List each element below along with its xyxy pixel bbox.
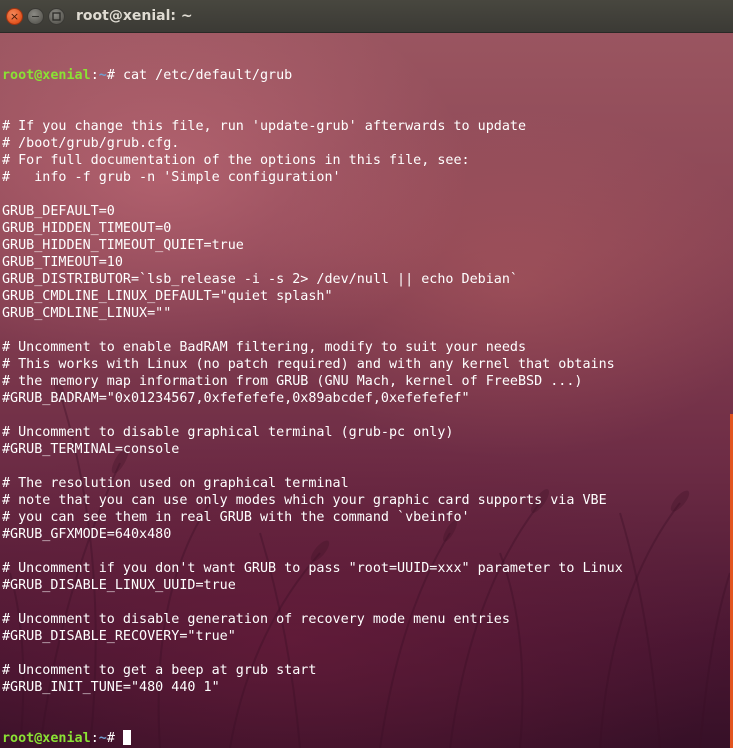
output-line: # note that you can use only modes which… xyxy=(2,493,607,508)
output-line: # the memory map information from GRUB (… xyxy=(2,374,583,389)
output-line: GRUB_DISTRIBUTOR=`lsb_release -i -s 2> /… xyxy=(2,272,518,287)
prompt-separator: : xyxy=(90,68,99,83)
output-line: # info -f grub -n 'Simple configuration' xyxy=(2,170,341,185)
maximize-button[interactable] xyxy=(48,8,65,25)
window-title: root@xenial: ~ xyxy=(76,8,193,24)
current-prompt-line[interactable]: root@xenial:~# xyxy=(2,730,623,747)
output-line: # Uncomment to disable generation of rec… xyxy=(2,612,510,627)
prompt-symbol: # xyxy=(106,68,123,83)
prompt-path: ~ xyxy=(98,731,107,746)
close-icon: × xyxy=(9,10,20,23)
output-line: #GRUB_BADRAM="0x01234567,0xfefefefe,0x89… xyxy=(2,391,470,406)
command-text: cat /etc/default/grub xyxy=(122,68,293,83)
maximize-icon xyxy=(52,12,61,21)
text-cursor xyxy=(122,730,131,745)
output-line: # Uncomment if you don't want GRUB to pa… xyxy=(2,561,623,576)
prompt-symbol: # xyxy=(106,731,123,746)
prompt-path: ~ xyxy=(98,68,107,83)
output-line: # This works with Linux (no patch requir… xyxy=(2,357,615,372)
output-line: GRUB_CMDLINE_LINUX="" xyxy=(2,306,172,321)
prompt-separator: : xyxy=(90,731,99,746)
prompt-user-host: root@xenial xyxy=(2,731,91,746)
output-line: GRUB_DEFAULT=0 xyxy=(2,204,115,219)
output-line: # you can see them in real GRUB with the… xyxy=(2,510,470,525)
terminal-window: × − root@xenial: ~ root@xenial:~# cat /e… xyxy=(0,0,733,748)
output-line: # The resolution used on graphical termi… xyxy=(2,476,349,491)
close-button[interactable]: × xyxy=(6,8,23,25)
output-line: GRUB_CMDLINE_LINUX_DEFAULT="quiet splash… xyxy=(2,289,333,304)
output-line: # For full documentation of the options … xyxy=(2,153,470,168)
output-line: #GRUB_TERMINAL=console xyxy=(2,442,180,457)
output-line: #GRUB_DISABLE_LINUX_UUID=true xyxy=(2,578,236,593)
output-line: GRUB_HIDDEN_TIMEOUT_QUIET=true xyxy=(2,238,244,253)
output-line: #GRUB_DISABLE_RECOVERY="true" xyxy=(2,629,236,644)
minimize-button[interactable]: − xyxy=(27,8,44,25)
command-line: root@xenial:~# cat /etc/default/grub xyxy=(2,67,623,84)
output-line: #GRUB_GFXMODE=640x480 xyxy=(2,527,172,542)
output-lines: # If you change this file, run 'update-g… xyxy=(2,118,623,696)
output-line: # Uncomment to get a beep at grub start xyxy=(2,663,317,678)
output-line: GRUB_TIMEOUT=10 xyxy=(2,255,123,270)
output-line: # If you change this file, run 'update-g… xyxy=(2,119,527,134)
title-bar[interactable]: × − root@xenial: ~ xyxy=(0,0,733,33)
output-line: # Uncomment to enable BadRAM filtering, … xyxy=(2,340,527,355)
terminal-output[interactable]: root@xenial:~# cat /etc/default/grub # I… xyxy=(2,33,623,748)
terminal-area[interactable]: root@xenial:~# cat /etc/default/grub # I… xyxy=(0,33,733,748)
output-line: GRUB_HIDDEN_TIMEOUT=0 xyxy=(2,221,172,236)
prompt-user-host: root@xenial xyxy=(2,68,91,83)
minimize-icon: − xyxy=(30,10,41,23)
output-line: #GRUB_INIT_TUNE="480 440 1" xyxy=(2,680,220,695)
output-line: # /boot/grub/grub.cfg. xyxy=(2,136,180,151)
output-line: # Uncomment to disable graphical termina… xyxy=(2,425,454,440)
